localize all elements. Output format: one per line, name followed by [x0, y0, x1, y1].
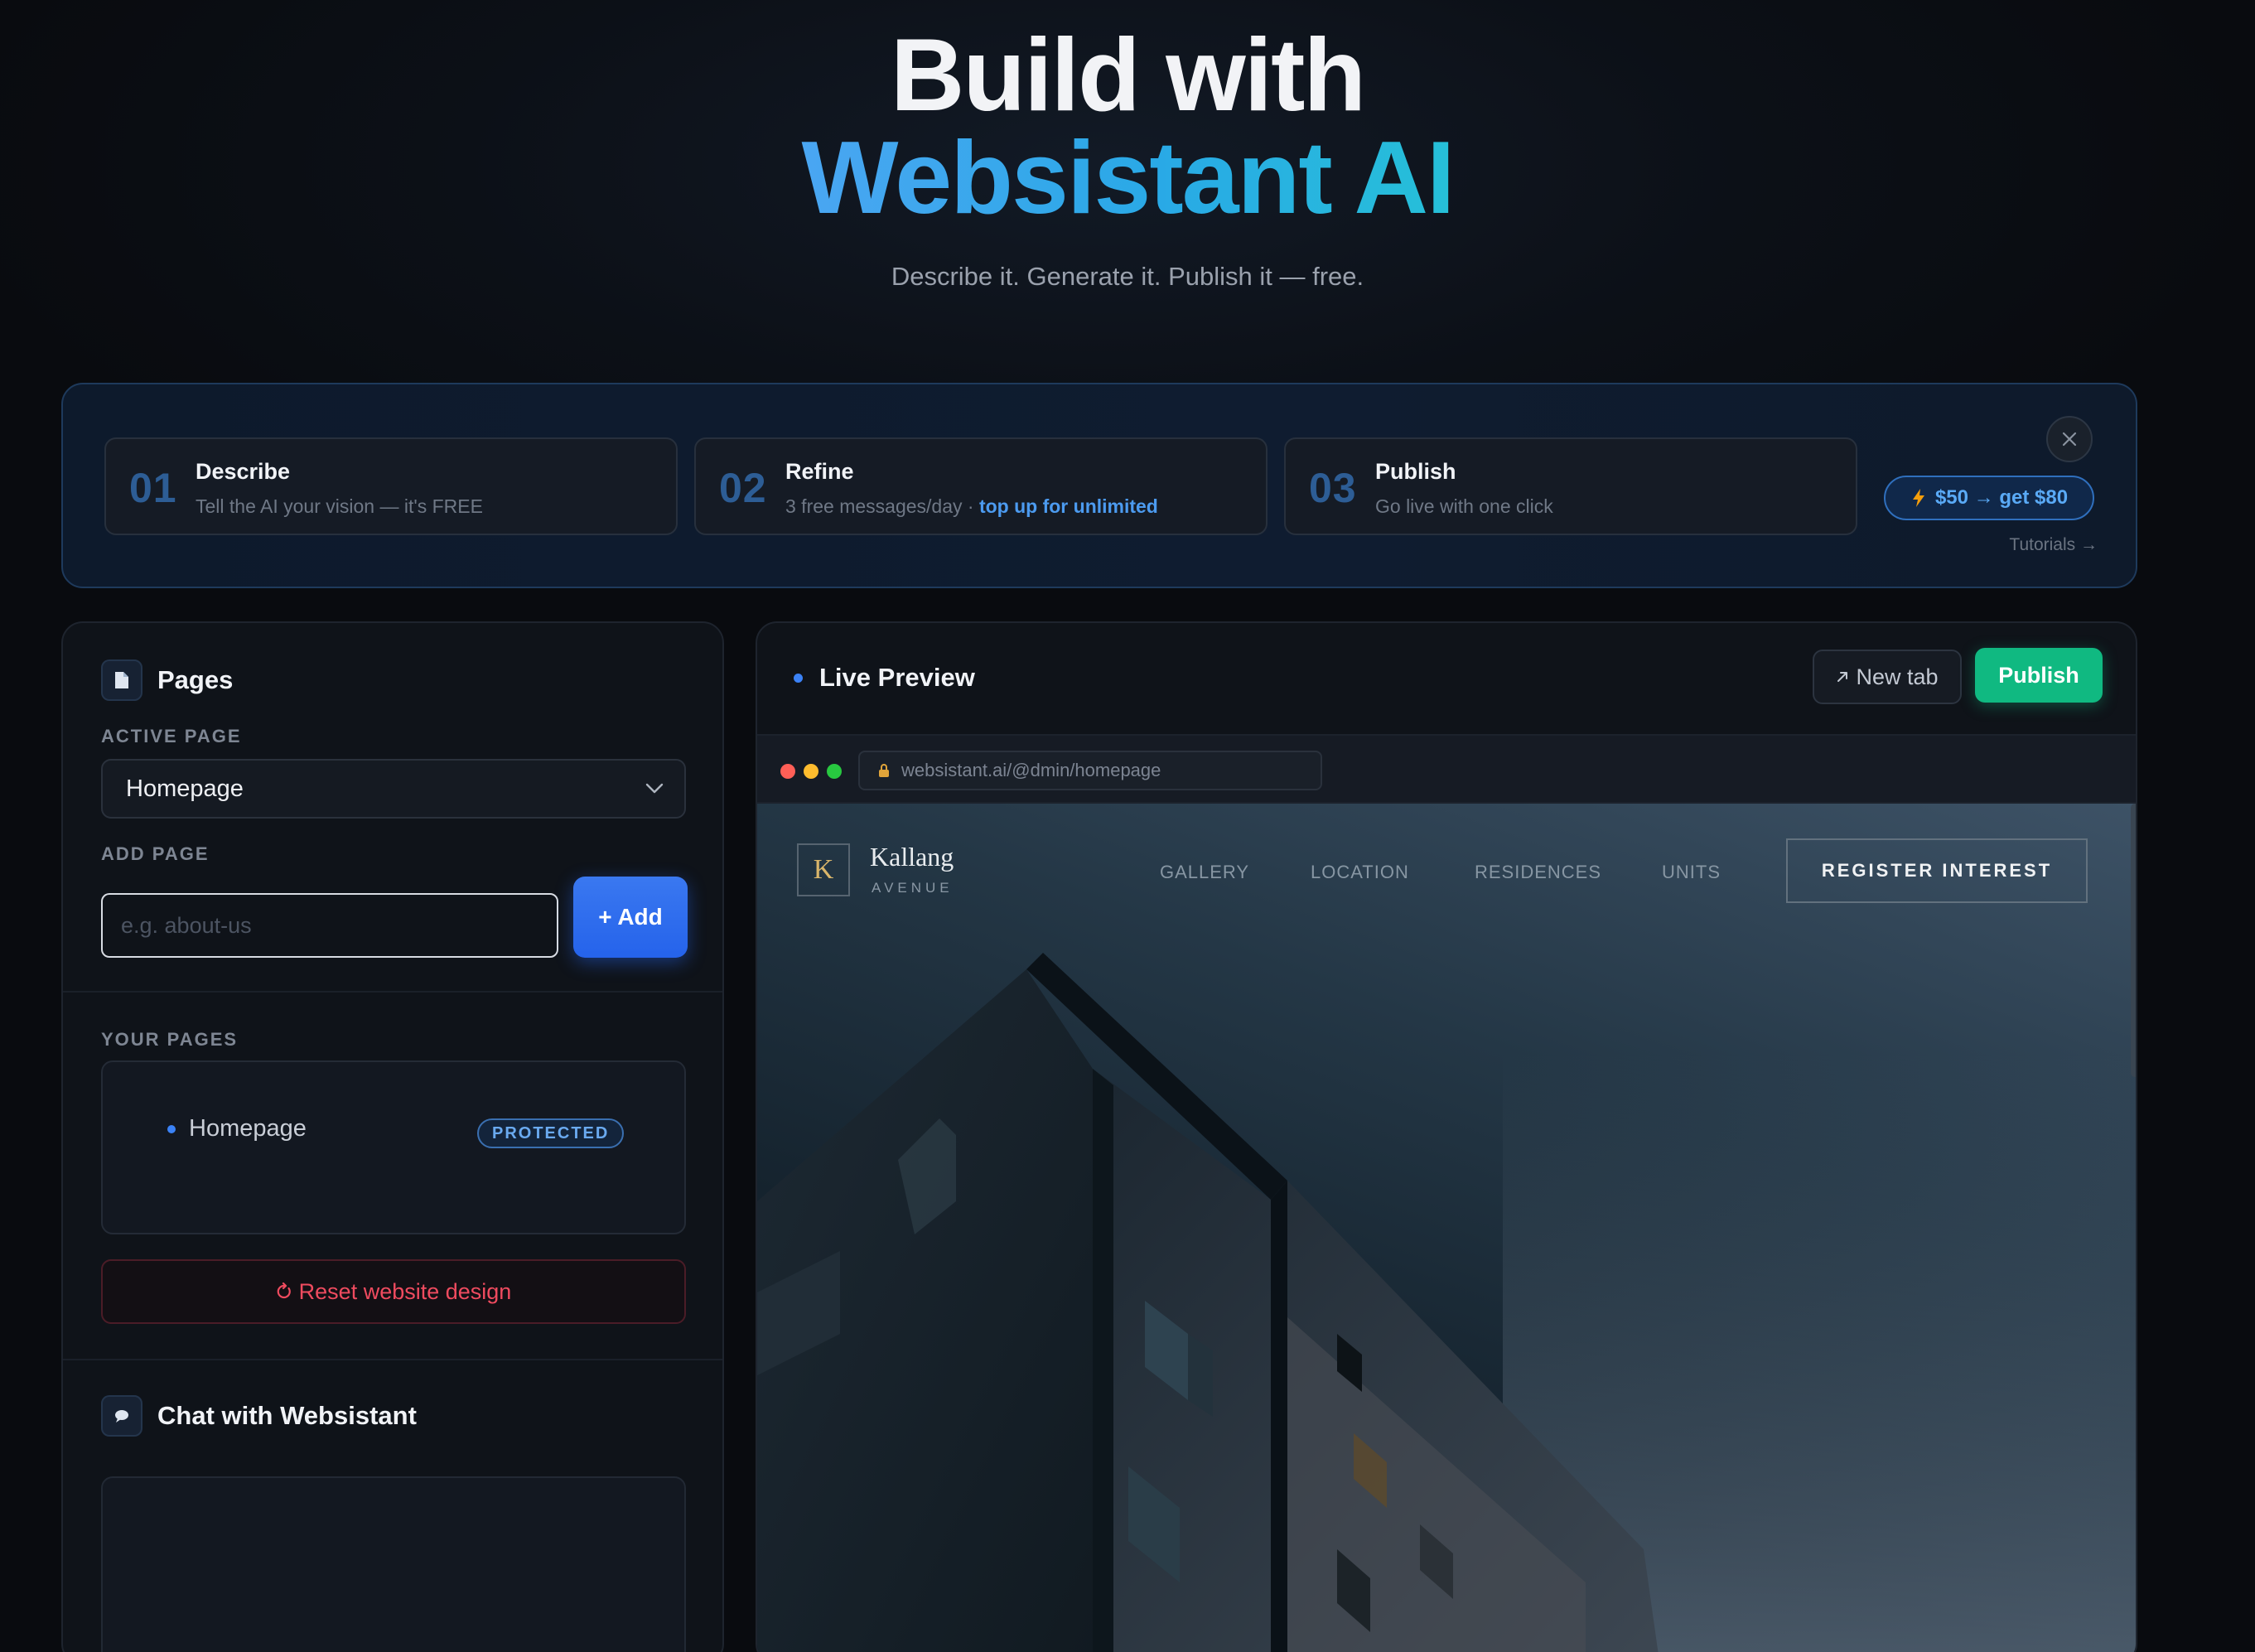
hero-subtitle: Describe it. Generate it. Publish it — f…: [891, 262, 1364, 291]
pages-title: Pages: [157, 665, 234, 694]
scrollbar[interactable]: [2131, 804, 2136, 1077]
reset-label: Reset website design: [298, 1278, 512, 1304]
traffic-light-red-icon: [780, 764, 795, 779]
active-page-select[interactable]: Homepage: [101, 759, 686, 819]
refresh-icon: [277, 1282, 291, 1299]
lock-icon: [879, 764, 889, 777]
traffic-light-green-icon: [827, 764, 842, 779]
step-title: Refine: [785, 459, 854, 484]
address-bar[interactable]: websistant.ai/@dmin/homepage: [858, 751, 1322, 790]
step-title: Describe: [196, 459, 291, 484]
building-photo: [757, 953, 2136, 1652]
step-refine: 02 Refine 3 free messages/day · top up f…: [694, 437, 1268, 535]
hero-title-line1: Build with: [890, 18, 1366, 133]
traffic-light-yellow-icon: [804, 764, 818, 779]
step-description: 3 free messages/day · top up for unlimit…: [785, 495, 1158, 517]
banner-close-button[interactable]: [2046, 416, 2093, 462]
promo-label: $50 → get $80: [1934, 486, 2069, 509]
divider: [63, 1359, 722, 1360]
site-logo[interactable]: K: [797, 843, 850, 896]
bullet-icon: [167, 1124, 176, 1133]
close-icon: [2062, 432, 2077, 447]
chat-title: Chat with Websistant: [157, 1401, 417, 1430]
browser-bar: websistant.ai/@dmin/homepage: [757, 734, 2136, 804]
url-text: websistant.ai/@dmin/homepage: [901, 760, 1161, 780]
divider: [63, 991, 722, 993]
site-nav-location[interactable]: LOCATION: [1311, 862, 1409, 883]
list-item[interactable]: Homepage: [167, 1115, 307, 1142]
new-tab-button[interactable]: New tab: [1813, 650, 1962, 704]
promo-button[interactable]: $50 → get $80: [1884, 476, 2094, 520]
chat-header: Chat with Websistant: [101, 1395, 417, 1437]
step-number: 03: [1309, 465, 1357, 511]
document-icon: [101, 659, 142, 701]
active-page-value: Homepage: [126, 775, 244, 802]
step-number: 01: [129, 465, 177, 511]
active-page-label: ACTIVE PAGE: [101, 726, 242, 746]
add-page-label: ADD PAGE: [101, 843, 210, 864]
chevron-down-icon: [645, 783, 664, 794]
chat-messages[interactable]: [101, 1476, 686, 1652]
your-pages-label: YOUR PAGES: [101, 1029, 239, 1050]
chat-bubble-icon: [101, 1395, 142, 1437]
step-title: Publish: [1375, 459, 1456, 484]
step-describe: 01 Describe Tell the AI your vision — it…: [104, 437, 678, 535]
step-publish: 03 Publish Go live with one click: [1284, 437, 1857, 535]
site-subname: AVENUE: [872, 880, 954, 896]
add-page-placeholder: e.g. about-us: [121, 912, 252, 938]
site-preview[interactable]: K Kallang AVENUE GALLERY LOCATION RESIDE…: [757, 804, 2136, 1652]
reset-design-button[interactable]: Reset website design: [101, 1259, 686, 1324]
page-name: Homepage: [189, 1115, 307, 1142]
preview-panel: Live Preview New tab Publish websistant.…: [756, 621, 2137, 1652]
pages-list: Homepage PROTECTED: [101, 1060, 686, 1234]
status-badge: PROTECTED: [477, 1118, 625, 1148]
site-nav-gallery[interactable]: GALLERY: [1160, 862, 1249, 883]
hero-title-line2: Websistant AI: [801, 121, 1455, 235]
publish-button[interactable]: Publish: [1975, 648, 2103, 703]
site-nav-residences[interactable]: RESIDENCES: [1475, 862, 1601, 883]
step-description: Go live with one click: [1375, 495, 1553, 517]
preview-title: Live Preview: [819, 663, 975, 692]
steps-banner: 01 Describe Tell the AI your vision — it…: [61, 383, 2137, 588]
site-name: Kallang: [870, 842, 954, 872]
pages-panel: Pages ACTIVE PAGE Homepage ADD PAGE e.g.…: [61, 621, 724, 1652]
tutorials-link[interactable]: Tutorials →: [2009, 535, 2098, 555]
lightning-icon: [1912, 489, 1924, 507]
new-tab-label: New tab: [1856, 664, 1939, 689]
site-nav-units[interactable]: UNITS: [1662, 862, 1721, 883]
add-page-button[interactable]: + Add: [573, 877, 688, 958]
step-description: Tell the AI your vision — it's FREE: [196, 495, 483, 517]
register-interest-button[interactable]: REGISTER INTEREST: [1786, 838, 2088, 903]
top-up-link[interactable]: top up for unlimited: [979, 495, 1158, 517]
step-number: 02: [719, 465, 767, 511]
arrow-up-right-icon: [1837, 672, 1848, 682]
live-indicator-icon: [794, 673, 803, 683]
add-page-input[interactable]: e.g. about-us: [101, 893, 558, 958]
pages-header: Pages: [101, 659, 233, 701]
preview-header: Live Preview: [794, 663, 975, 693]
